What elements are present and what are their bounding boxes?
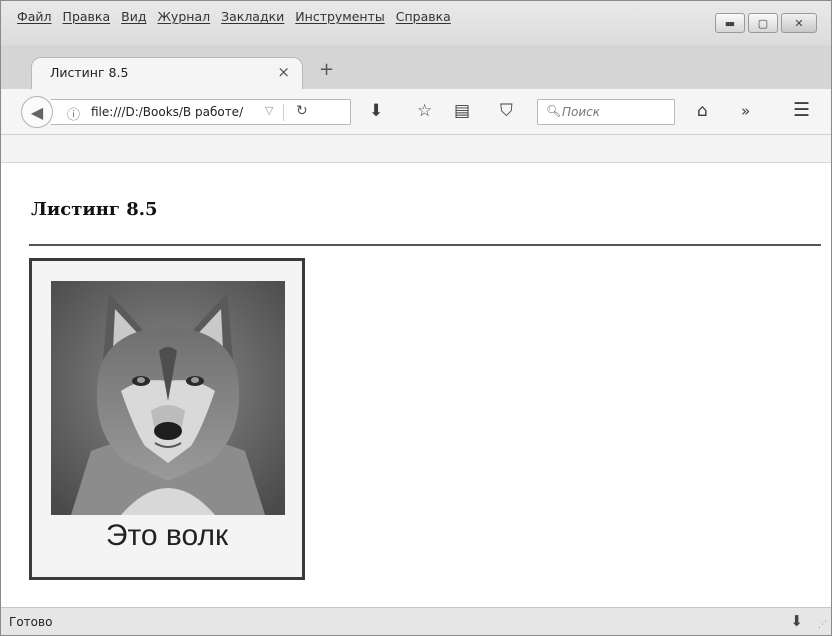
hamburger-icon[interactable]: ☰ <box>793 99 810 121</box>
browser-window: Файл Правка Вид Журнал Закладки Инструме… <box>0 0 832 636</box>
image-frame: Это волк <box>29 258 305 580</box>
pocket-icon[interactable]: ⛉ <box>500 101 513 121</box>
tab-title: Листинг 8.5 <box>50 65 129 80</box>
menu-bookmarks[interactable]: Закладки <box>221 9 284 24</box>
resize-grip-icon[interactable]: ⋰ <box>818 620 827 630</box>
tab-close-icon[interactable]: × <box>277 63 290 81</box>
new-tab-icon[interactable]: + <box>319 59 334 80</box>
reading-list-icon[interactable]: ▤ <box>454 101 470 121</box>
wolf-photo <box>51 281 285 515</box>
close-window-button[interactable]: ✕ <box>781 13 817 33</box>
star-icon[interactable]: ☆ <box>417 101 432 121</box>
url-separator <box>283 104 284 121</box>
image-caption: Это волк <box>105 519 229 552</box>
bookmarks-toolbar <box>1 135 831 163</box>
close-icon: ✕ <box>794 16 804 30</box>
reload-icon[interactable]: ↻ <box>296 103 308 119</box>
menu-view[interactable]: Вид <box>121 9 146 24</box>
tab-active[interactable]: Листинг 8.5 × <box>31 57 303 89</box>
menu-edit[interactable]: Правка <box>63 9 111 24</box>
window-controls: ▬ ▢ ✕ <box>715 13 817 33</box>
title-bar: Файл Правка Вид Журнал Закладки Инструме… <box>1 1 831 45</box>
page-content: Листинг 8.5 Это волк <box>1 163 831 607</box>
history-dropdown-icon[interactable]: ▽ <box>265 104 273 117</box>
back-arrow-icon: ◀ <box>30 102 44 122</box>
maximize-button[interactable]: ▢ <box>748 13 778 33</box>
status-text: Готово <box>9 615 53 629</box>
navigation-bar: ⓘ file:///D:/Books/В работе/ ▽ ↻ ◀ ⬇ ☆ ▤… <box>1 89 831 135</box>
page-heading: Листинг 8.5 <box>31 199 158 220</box>
info-icon[interactable]: ⓘ <box>67 104 80 123</box>
horizontal-rule <box>29 244 821 246</box>
minimize-button[interactable]: ▬ <box>715 13 745 33</box>
url-text: file:///D:/Books/В работе/ <box>91 105 244 119</box>
maximize-icon: ▢ <box>757 16 769 30</box>
menu-bar: Файл Правка Вид Журнал Закладки Инструме… <box>17 9 462 24</box>
menu-help[interactable]: Справка <box>396 9 451 24</box>
menu-history[interactable]: Журнал <box>157 9 210 24</box>
back-button[interactable]: ◀ <box>21 96 53 128</box>
home-icon[interactable]: ⌂ <box>697 101 708 121</box>
menu-tools[interactable]: Инструменты <box>295 9 384 24</box>
search-placeholder: Поиск <box>562 105 601 119</box>
menu-file[interactable]: Файл <box>17 9 52 24</box>
search-box[interactable]: 🔍︎ Поиск <box>537 99 675 125</box>
minimize-icon: ▬ <box>724 16 736 30</box>
status-bar: Готово ⬇ ⋰ <box>1 607 831 635</box>
tab-strip: Листинг 8.5 × + <box>1 45 831 89</box>
chevron-double-icon[interactable]: » <box>741 102 750 120</box>
download-icon[interactable]: ⬇ <box>369 101 383 121</box>
search-icon: 🔍︎ <box>546 104 562 118</box>
address-bar[interactable]: ⓘ file:///D:/Books/В работе/ ▽ ↻ <box>51 99 351 125</box>
status-download-icon[interactable]: ⬇ <box>790 612 803 630</box>
